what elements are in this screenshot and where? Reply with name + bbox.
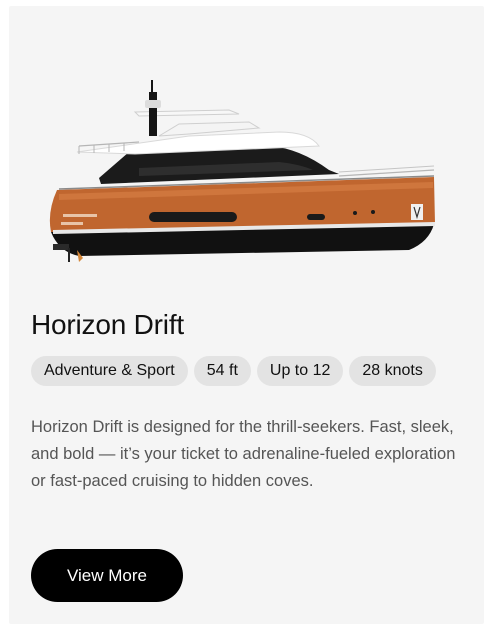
tag-length: 54 ft bbox=[193, 356, 251, 386]
tag-capacity: Up to 12 bbox=[256, 356, 344, 386]
yacht-image bbox=[49, 80, 435, 262]
tag-speed: 28 knots bbox=[349, 356, 436, 386]
yacht-card: Horizon Drift Adventure & Sport 54 ft Up… bbox=[9, 6, 484, 624]
view-more-button[interactable]: View More bbox=[31, 549, 183, 602]
yacht-title: Horizon Drift bbox=[31, 309, 184, 340]
tag-category: Adventure & Sport bbox=[31, 356, 188, 386]
spec-tags: Adventure & Sport 54 ft Up to 12 28 knot… bbox=[31, 356, 436, 386]
yacht-description: Horizon Drift is designed for the thrill… bbox=[31, 418, 456, 490]
